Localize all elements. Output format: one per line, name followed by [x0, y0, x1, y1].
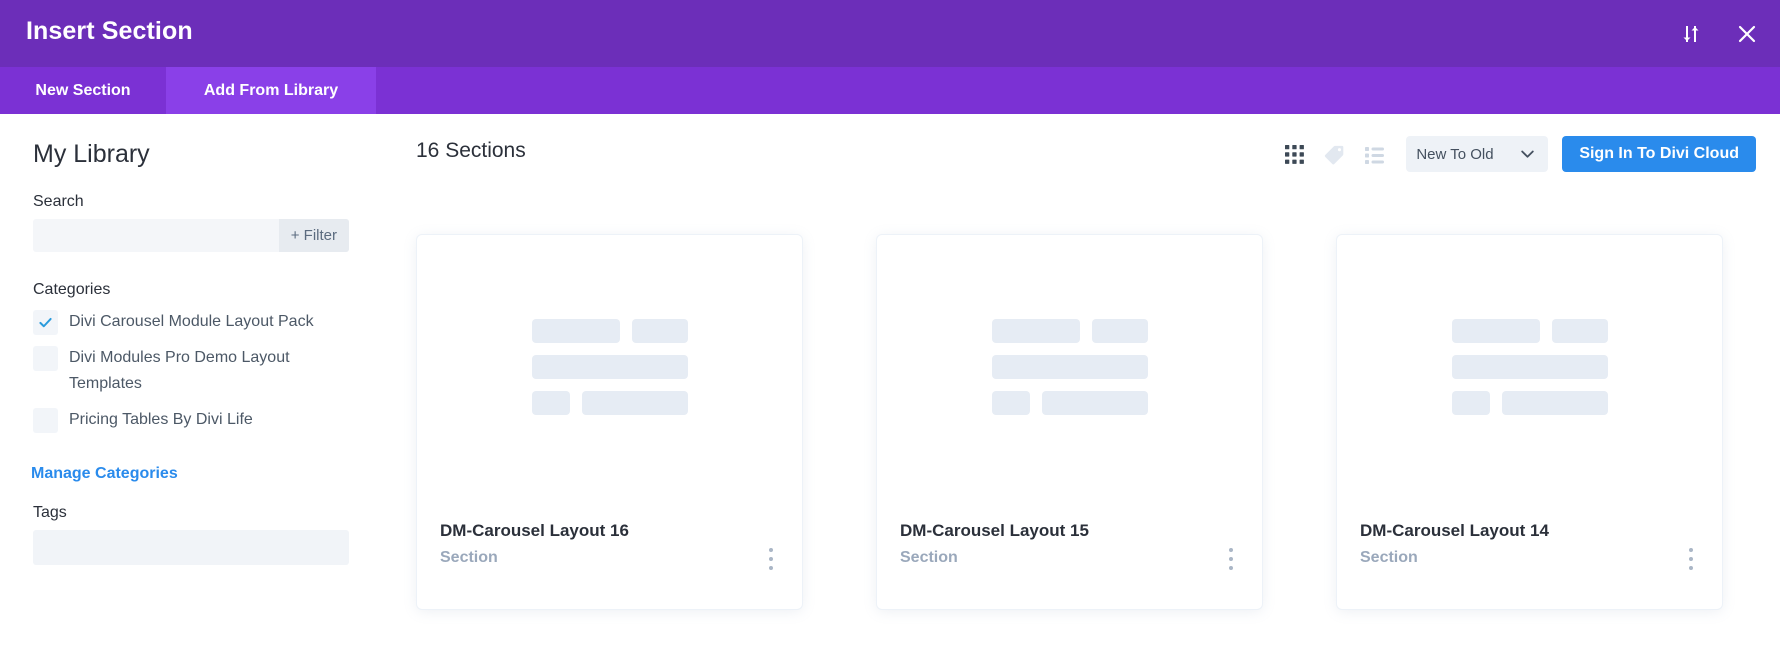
- sort-select[interactable]: New To Old Old To New A To Z Z To A: [1406, 136, 1549, 172]
- dot: [769, 557, 773, 561]
- category-checkbox[interactable]: [33, 346, 58, 371]
- tags-label: Tags: [33, 504, 67, 521]
- dot: [1229, 566, 1233, 570]
- category-label: Pricing Tables By Divi Life: [69, 411, 253, 428]
- placeholder-block: [991, 354, 1148, 379]
- sign-in-to-divi-cloud-button[interactable]: Sign In To Divi Cloud: [1562, 136, 1756, 172]
- placeholder-block: [531, 390, 570, 415]
- dot: [769, 548, 773, 552]
- dot: [1229, 557, 1233, 561]
- card-title: DM-Carousel Layout 16: [440, 521, 629, 540]
- card-more-options-icon[interactable]: [761, 548, 781, 570]
- category-item-pricing-tables-by-divi-life[interactable]: Pricing Tables By Divi Life: [33, 407, 353, 433]
- dot: [1689, 566, 1693, 570]
- category-label: Divi Carousel Module Layout Pack: [69, 313, 314, 330]
- search-label: Search: [33, 193, 84, 210]
- placeholder-block: [531, 318, 620, 343]
- sort-arrows-icon[interactable]: [1678, 21, 1704, 47]
- page-title: Insert Section: [26, 17, 193, 45]
- placeholder-block: [1551, 318, 1608, 343]
- placeholder-block: [531, 354, 688, 379]
- category-checkbox[interactable]: [33, 408, 58, 433]
- dot: [1229, 548, 1233, 552]
- placeholder-row: [1451, 354, 1608, 379]
- list-view-icon[interactable]: [1354, 137, 1394, 171]
- sidebar: My Library Search + Filter Categories Di…: [0, 114, 380, 660]
- card-title: DM-Carousel Layout 15: [900, 521, 1089, 540]
- placeholder-row: [1451, 318, 1608, 343]
- header-actions: [1678, 0, 1760, 67]
- placeholder-row: [991, 318, 1148, 343]
- categories-list: Divi Carousel Module Layout Pack Divi Mo…: [33, 309, 353, 443]
- tab-add-from-library[interactable]: Add From Library: [166, 67, 376, 114]
- layout-card[interactable]: DM-Carousel Layout 14 Section: [1337, 235, 1722, 609]
- categories-label: Categories: [33, 281, 111, 298]
- checkmark-icon: [39, 317, 52, 328]
- card-preview-placeholder: [1337, 235, 1722, 510]
- card-footer: DM-Carousel Layout 14 Section: [1337, 510, 1722, 609]
- dot: [769, 566, 773, 570]
- close-icon[interactable]: [1734, 21, 1760, 47]
- card-footer: DM-Carousel Layout 16 Section: [417, 510, 802, 609]
- tags-input[interactable]: [33, 530, 349, 565]
- sidebar-title: My Library: [33, 140, 150, 168]
- layout-card[interactable]: DM-Carousel Layout 16 Section: [417, 235, 802, 609]
- placeholder-block: [1451, 354, 1608, 379]
- category-item-divi-modules-pro-demo-layout-templates[interactable]: Divi Modules Pro Demo Layout Templates: [33, 345, 353, 397]
- placeholder-block: [631, 318, 688, 343]
- card-footer: DM-Carousel Layout 15 Section: [877, 510, 1262, 609]
- placeholder-block: [1451, 390, 1490, 415]
- tab-new-section[interactable]: New Section: [0, 67, 166, 114]
- card-preview-placeholder: [417, 235, 802, 510]
- placeholder-block: [1451, 318, 1540, 343]
- category-label: Divi Modules Pro Demo Layout Templates: [69, 349, 290, 392]
- placeholder-row: [1451, 390, 1608, 415]
- tab-bar: New Section Add From Library: [0, 67, 1780, 114]
- sections-count: 16 Sections: [416, 139, 526, 162]
- card-more-options-icon[interactable]: [1681, 548, 1701, 570]
- card-preview-placeholder: [877, 235, 1262, 510]
- placeholder-block: [1091, 318, 1148, 343]
- placeholder-row: [991, 390, 1148, 415]
- category-item-divi-carousel-module-layout-pack[interactable]: Divi Carousel Module Layout Pack: [33, 309, 353, 335]
- filter-button[interactable]: + Filter: [278, 219, 349, 252]
- placeholder-row: [991, 354, 1148, 379]
- dot: [1689, 548, 1693, 552]
- card-type-label: Section: [1360, 549, 1418, 566]
- category-checkbox[interactable]: [33, 310, 58, 335]
- dot: [1689, 557, 1693, 561]
- placeholder-block: [1041, 390, 1148, 415]
- placeholder-block: [581, 390, 688, 415]
- placeholder-block: [991, 390, 1030, 415]
- placeholder-row: [531, 390, 688, 415]
- search-field-wrapper: + Filter: [33, 219, 349, 252]
- placeholder-row: [531, 354, 688, 379]
- grid-view-icon[interactable]: [1274, 137, 1314, 171]
- layout-card[interactable]: DM-Carousel Layout 15 Section: [877, 235, 1262, 609]
- cards-grid: DM-Carousel Layout 16 Section DM-Carouse…: [417, 235, 1722, 609]
- tag-view-icon[interactable]: [1314, 137, 1354, 171]
- sort-select-wrapper: New To Old Old To New A To Z Z To A: [1394, 136, 1549, 172]
- placeholder-block: [1501, 390, 1608, 415]
- content-area: 16 Sections New To Old Sign In To Divi C…: [380, 114, 1780, 660]
- search-input[interactable]: [33, 219, 263, 252]
- card-title: DM-Carousel Layout 14: [1360, 521, 1549, 540]
- manage-categories-link[interactable]: Manage Categories: [31, 465, 178, 483]
- card-type-label: Section: [900, 549, 958, 566]
- modal-header: Insert Section: [0, 0, 1780, 67]
- placeholder-block: [991, 318, 1080, 343]
- card-more-options-icon[interactable]: [1221, 548, 1241, 570]
- card-type-label: Section: [440, 549, 498, 566]
- content-toolbar: New To Old Old To New A To Z Z To A Sign…: [1274, 136, 1756, 172]
- placeholder-row: [531, 318, 688, 343]
